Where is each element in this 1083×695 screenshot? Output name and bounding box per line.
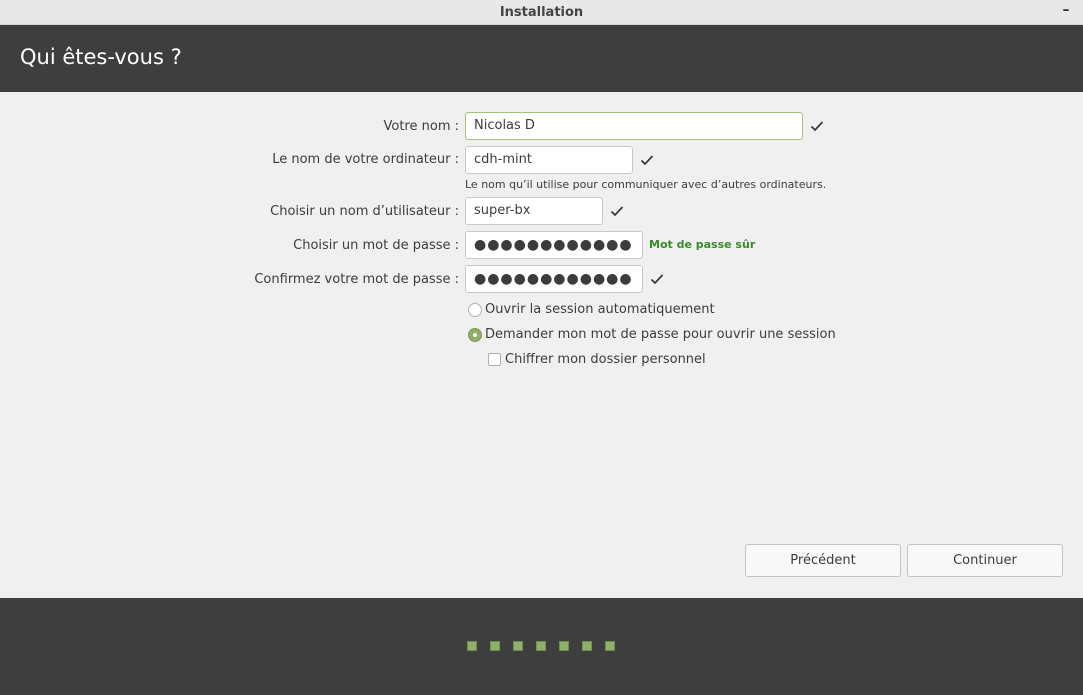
confirm-label: Confirmez votre mot de passe :: [254, 272, 459, 287]
progress-step: [467, 641, 477, 651]
name-field[interactable]: Nicolas D: [465, 112, 803, 140]
password-strength: Mot de passe sûr: [649, 238, 756, 251]
computer-hint: Le nom qu’il utilise pour communiquer av…: [465, 178, 827, 191]
computer-name-field[interactable]: cdh-mint: [465, 146, 633, 174]
username-field[interactable]: super-bx: [465, 197, 603, 225]
page-header: Qui êtes-vous ?: [0, 25, 1083, 92]
username-label: Choisir un nom d’utilisateur :: [270, 204, 459, 219]
encrypt-home-checkbox[interactable]: [488, 353, 501, 366]
computer-label: Le nom de votre ordinateur :: [272, 152, 459, 167]
progress-step: [536, 641, 546, 651]
name-check-icon: [809, 118, 825, 134]
progress-step: [490, 641, 500, 651]
password-field[interactable]: ●●●●●●●●●●●●: [465, 231, 643, 259]
auto-login-radio[interactable]: [468, 303, 482, 317]
require-password-radio[interactable]: [468, 328, 482, 342]
progress-step: [605, 641, 615, 651]
progress-step: [559, 641, 569, 651]
password-label: Choisir un mot de passe :: [293, 238, 459, 253]
encrypt-home-label[interactable]: Chiffrer mon dossier personnel: [505, 352, 706, 367]
progress-step: [513, 641, 523, 651]
form-content: Votre nom : Nicolas D Le nom de votre or…: [0, 92, 1083, 598]
back-button[interactable]: Précédent: [745, 544, 901, 577]
page-title: Qui êtes-vous ?: [20, 45, 182, 69]
continue-button[interactable]: Continuer: [907, 544, 1063, 577]
computer-check-icon: [639, 152, 655, 168]
name-label: Votre nom :: [383, 119, 460, 134]
confirm-check-icon: [649, 271, 665, 287]
minimize-button[interactable]: –: [1059, 2, 1073, 20]
confirm-password-field[interactable]: ●●●●●●●●●●●●: [465, 265, 643, 293]
username-check-icon: [609, 203, 625, 219]
auto-login-label[interactable]: Ouvrir la session automatiquement: [485, 302, 715, 317]
require-password-label[interactable]: Demander mon mot de passe pour ouvrir un…: [485, 327, 836, 342]
window-title: Installation: [499, 5, 584, 20]
window-titlebar: Installation –: [0, 0, 1083, 25]
progress-footer: [0, 598, 1083, 695]
progress-step: [582, 641, 592, 651]
